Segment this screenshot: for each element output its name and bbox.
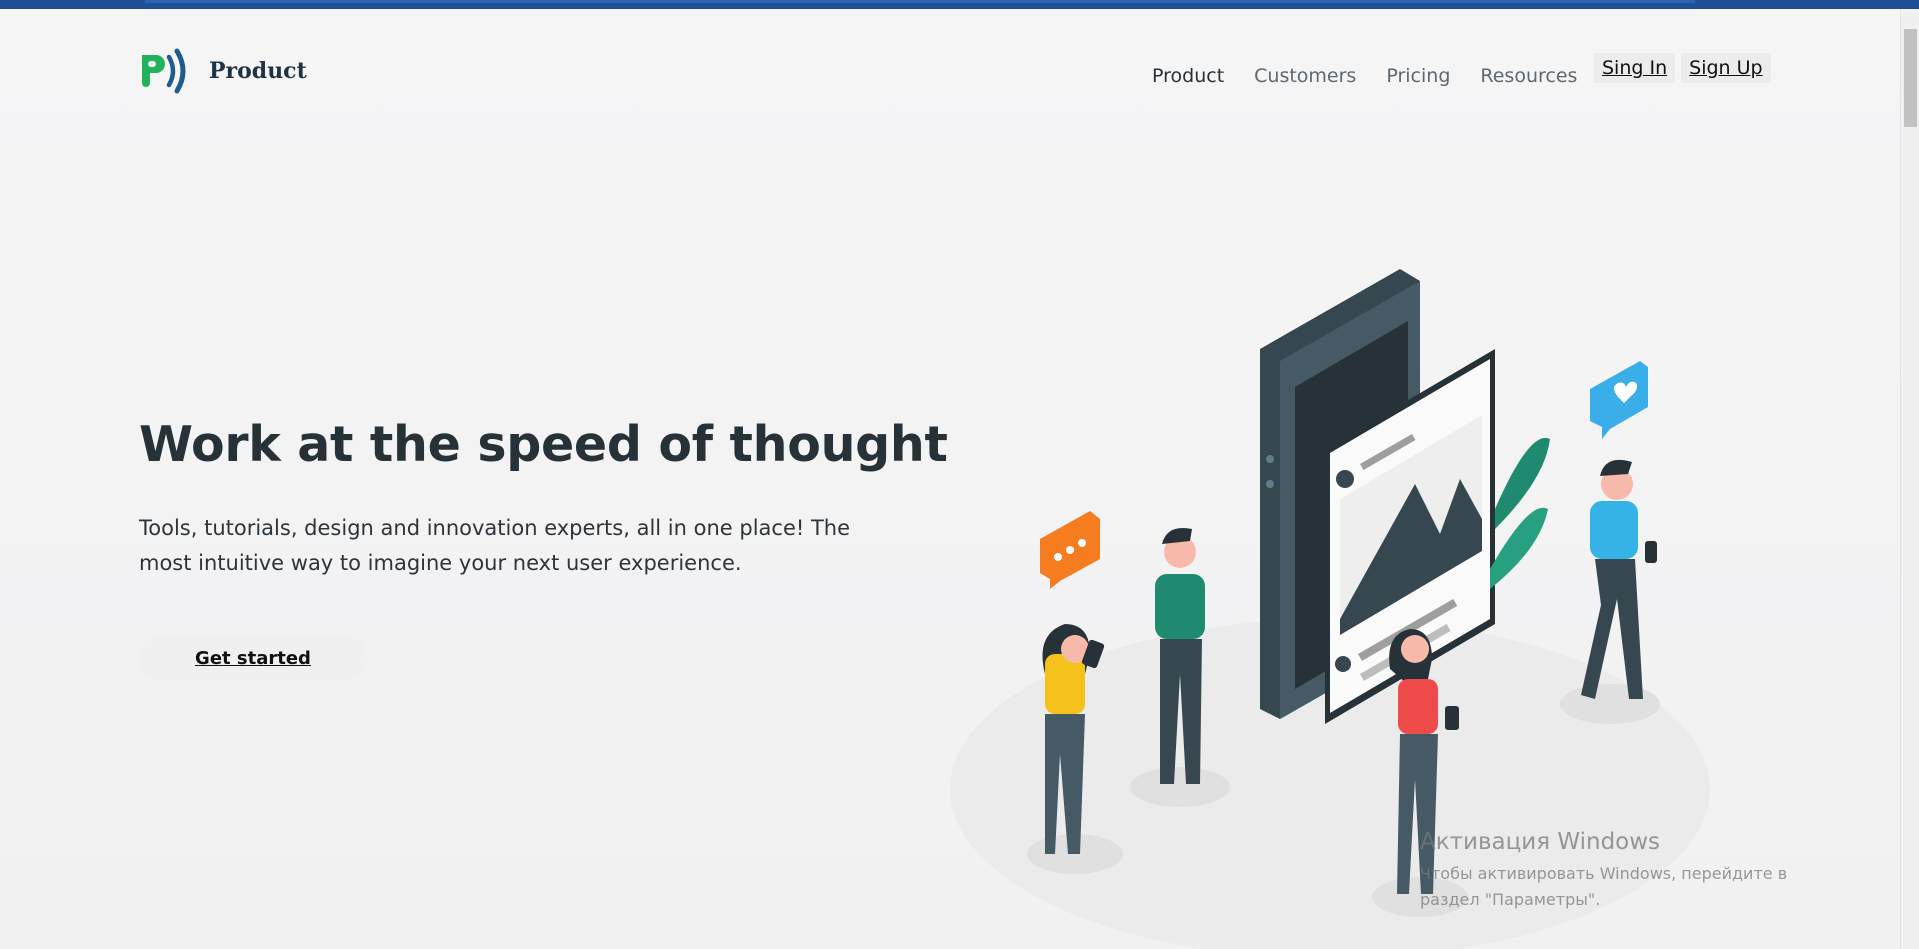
auth-links: Sing In Sign Up	[1594, 53, 1771, 83]
nav-item-pricing[interactable]: Pricing	[1386, 65, 1450, 87]
page-scrollbar[interactable]	[1900, 9, 1919, 949]
sign-up-button[interactable]: Sign Up	[1681, 53, 1771, 83]
get-started-button[interactable]: Get started	[139, 635, 367, 681]
hero-title: Work at the speed of thought	[139, 416, 948, 473]
chat-bubble-icon	[1040, 511, 1100, 589]
landing-page: Product Product Customers Pricing Resour…	[0, 9, 1900, 949]
brand-logo-icon	[142, 48, 186, 94]
nav-item-resources[interactable]: Resources	[1480, 65, 1577, 87]
watermark-text: Чтобы активировать Windows, перейдите в …	[1420, 864, 1788, 909]
main-nav: Product Customers Pricing Resources	[1152, 65, 1577, 87]
nav-item-product[interactable]: Product	[1152, 65, 1224, 87]
nav-item-customers[interactable]: Customers	[1254, 65, 1356, 87]
heart-bubble-icon	[1590, 361, 1648, 439]
windows-activation-watermark: Активация Windows Чтобы активировать Win…	[1420, 829, 1850, 913]
browser-top-band-highlight	[145, 0, 1695, 3]
hero-subtitle: Tools, tutorials, design and innovation …	[139, 516, 851, 575]
brand-logo[interactable]: Product	[139, 47, 307, 95]
browser-top-band	[0, 0, 1919, 9]
sign-in-button[interactable]: Sing In	[1594, 53, 1676, 83]
scrollbar-thumb[interactable]	[1904, 29, 1917, 127]
brand-name: Product	[209, 58, 307, 84]
plant-leaves-illustration	[1490, 437, 1550, 589]
watermark-title: Активация Windows	[1420, 829, 1661, 855]
